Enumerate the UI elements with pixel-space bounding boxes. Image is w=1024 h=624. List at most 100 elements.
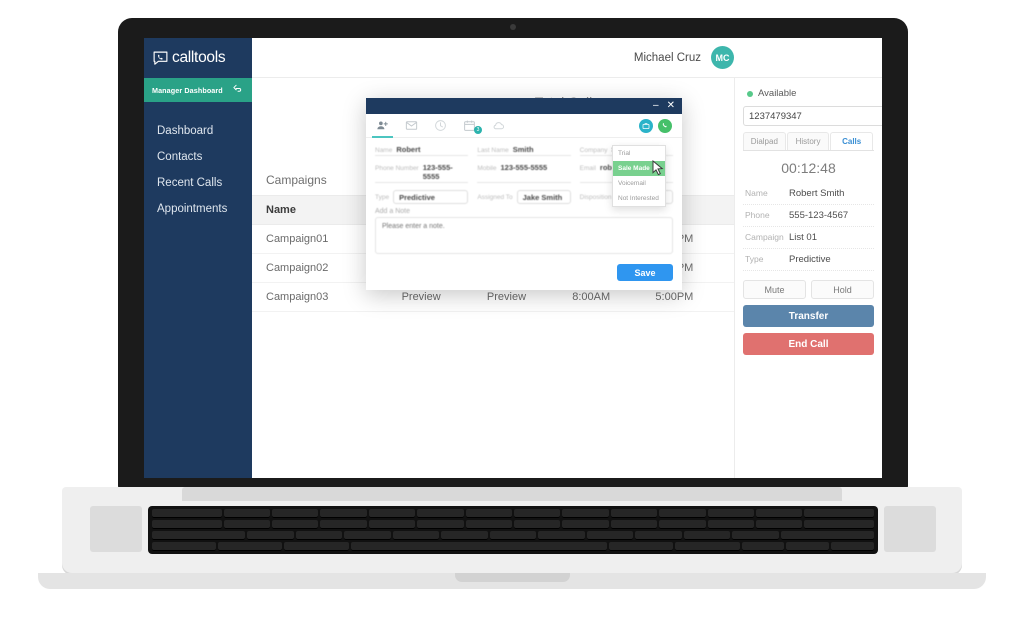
detail-type-key: Type	[745, 254, 764, 264]
detail-campaign: Campaign List 01	[743, 227, 874, 249]
keyboard-row	[152, 531, 874, 540]
sidebar: calltools Manager Dashboard Dashboard Co…	[144, 38, 252, 478]
note-textarea[interactable]	[375, 217, 673, 254]
detail-campaign-value: List 01	[789, 232, 817, 243]
speaker-left	[90, 506, 142, 552]
select-type-control[interactable]: Predictive	[393, 190, 469, 204]
field-phone-number-value: 123-555-5555	[422, 163, 453, 181]
mute-button[interactable]: Mute	[743, 280, 806, 299]
end-call-button[interactable]: End Call	[743, 333, 874, 355]
dial-input[interactable]	[743, 106, 882, 126]
dial-row: Call	[743, 106, 882, 126]
sidebar-item-appointments[interactable]: Appointments	[144, 196, 252, 222]
select-type: Type Predictive	[375, 190, 469, 204]
select-disposition-label: Disposition	[579, 193, 612, 201]
field-last-name[interactable]: Last Name Smith	[477, 145, 571, 156]
modal-action-icons	[639, 118, 672, 133]
user-name: Michael Cruz	[633, 51, 701, 64]
field-name[interactable]: Name Robert	[375, 145, 469, 156]
field-last-name-label: Last Name	[477, 147, 509, 154]
detail-phone: Phone 555-123-4567	[743, 205, 874, 227]
status-label: Available	[758, 88, 797, 99]
dropdown-option-not-interested[interactable]: Not Interested	[613, 191, 665, 206]
call-action-row: Mute Hold	[743, 280, 874, 299]
dropdown-option-voicemail[interactable]: Voicemail	[613, 176, 665, 191]
modal-tab-bar: 3	[366, 114, 682, 138]
contact-modal: – ✕ 3 Name Robert Last Name Smith Compan…	[366, 98, 682, 290]
detail-phone-value: 555-123-4567	[789, 210, 849, 221]
field-mobile-value: 123-555-5555	[500, 163, 548, 172]
dropdown-option-trial[interactable]: Trial	[613, 146, 665, 161]
laptop-hinge	[182, 487, 842, 501]
calendar-icon[interactable]: 3	[463, 119, 482, 134]
webcam-icon	[510, 24, 516, 30]
select-assigned-to-label: Assigned To	[477, 193, 513, 201]
detail-phone-key: Phone	[745, 210, 770, 220]
detail-name: Name Robert Smith	[743, 183, 874, 205]
modal-footer: Save	[366, 259, 682, 281]
hold-button[interactable]: Hold	[811, 280, 874, 299]
mail-icon[interactable]	[405, 119, 418, 132]
manager-dashboard-button[interactable]: Manager Dashboard	[144, 78, 252, 102]
topbar: Michael Cruz MC	[252, 38, 882, 78]
brand-logo[interactable]: calltools	[144, 38, 252, 78]
add-contact-icon[interactable]	[372, 119, 393, 138]
select-assigned-to: Assigned To Jake Smith	[477, 190, 571, 204]
call-timer: 00:12:48	[781, 160, 836, 176]
briefcase-icon[interactable]	[639, 118, 653, 133]
keyboard-row	[152, 520, 875, 529]
laptop-mockup: calltools Manager Dashboard Dashboard Co…	[0, 0, 1024, 624]
close-icon[interactable]: ✕	[667, 101, 675, 111]
sidebar-item-recent-calls[interactable]: Recent Calls	[144, 170, 252, 196]
keyboard	[148, 506, 878, 554]
manager-dashboard-label: Manager Dashboard	[152, 85, 223, 95]
detail-name-value: Robert Smith	[789, 188, 845, 199]
modal-title-bar: – ✕	[366, 98, 682, 114]
detail-type-value: Predictive	[789, 254, 831, 265]
select-type-label: Type	[375, 193, 390, 201]
field-mobile-label: Mobile	[477, 165, 497, 172]
keyboard-row	[152, 542, 875, 551]
detail-name-key: Name	[745, 188, 768, 198]
status-dot-icon	[747, 90, 753, 97]
tab-calls[interactable]: Calls	[830, 132, 874, 150]
laptop-screen: calltools Manager Dashboard Dashboard Co…	[144, 38, 882, 478]
field-name-label: Name	[375, 147, 393, 154]
clock-icon[interactable]	[434, 119, 447, 132]
field-mobile[interactable]: Mobile 123-555-5555	[477, 163, 571, 183]
laptop-notch	[455, 573, 570, 582]
tab-history[interactable]: History	[786, 132, 830, 150]
tab-dialpad[interactable]: Dialpad	[743, 132, 786, 150]
keyboard-row	[152, 509, 875, 518]
detail-type: Type Predictive	[743, 249, 874, 271]
phone-bubble-icon	[152, 50, 169, 67]
note-label: Add a Note	[375, 208, 411, 215]
field-name-value: Robert	[396, 145, 421, 154]
sidebar-nav: Dashboard Contacts Recent Calls Appointm…	[144, 102, 252, 222]
select-assigned-to-control[interactable]: Jake Smith	[516, 190, 571, 204]
dropdown-option-sale-made[interactable]: Sale Made	[613, 161, 665, 176]
detail-campaign-key: Campaign	[745, 232, 784, 242]
phone-icon[interactable]	[658, 118, 672, 133]
agent-status[interactable]: Available	[743, 86, 874, 106]
field-email-label: Email	[579, 165, 596, 172]
calltools-app: calltools Manager Dashboard Dashboard Co…	[144, 38, 882, 478]
save-button[interactable]: Save	[617, 264, 673, 281]
disposition-dropdown: Trial Sale Made Voicemail Not Interested	[612, 145, 666, 207]
avatar[interactable]: MC	[711, 46, 734, 69]
call-tabs: Dialpad History Calls	[743, 132, 874, 151]
cloud-icon[interactable]	[492, 119, 505, 132]
speaker-right	[884, 506, 936, 552]
return-arrow-icon	[232, 81, 243, 99]
sidebar-item-contacts[interactable]: Contacts	[144, 144, 252, 170]
field-company-label: Company	[579, 147, 608, 154]
field-last-name-value: Smith	[512, 145, 534, 154]
field-phone-number[interactable]: Phone Number 123-555-5555	[375, 163, 469, 183]
call-panel: Available Call Dialpad History Calls 00:…	[734, 78, 882, 478]
sidebar-item-dashboard[interactable]: Dashboard	[144, 118, 252, 144]
brand-name: calltools	[172, 49, 226, 66]
minimize-icon[interactable]: –	[653, 101, 659, 111]
calendar-badge: 3	[474, 126, 482, 134]
field-phone-number-label: Phone Number	[375, 165, 419, 172]
transfer-button[interactable]: Transfer	[743, 305, 874, 327]
